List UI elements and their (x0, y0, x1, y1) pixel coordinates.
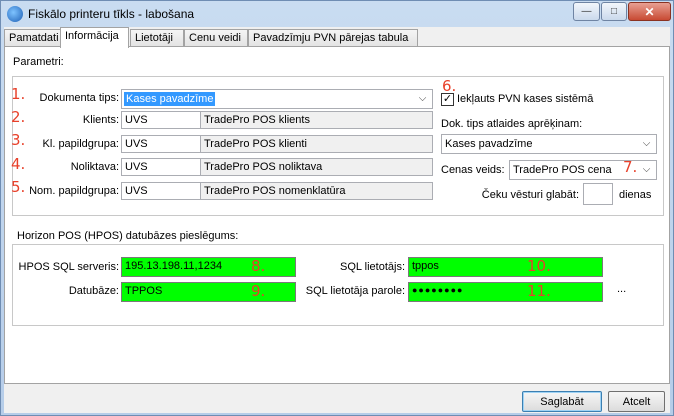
tab-pvn-tabula[interactable]: Pavadzīmju PVN pārejas tabula (248, 29, 418, 47)
warehouse-code-input[interactable]: UVS (121, 158, 201, 176)
doc-type-value: Kases pavadzīme (124, 92, 216, 106)
sql-password-input[interactable]: ●●●●●●●● (408, 282, 603, 302)
close-button[interactable]: ✕ (628, 2, 671, 21)
tab-informacija[interactable]: Informācija (60, 27, 129, 48)
doc-type-label: Dokumenta tips: (39, 92, 119, 104)
client-name-field: TradePro POS klients (200, 111, 433, 129)
marker-7: 7. (623, 158, 638, 176)
receipt-history-label: Čeku vēsturi glabāt: (481, 189, 579, 201)
price-type-value: TradePro POS cena (513, 164, 612, 176)
client-area: Pamatdati Informācija Lietotāji Cenu vei… (4, 27, 670, 413)
database-label: Datubāze: (68, 285, 119, 297)
nom-group-code-input[interactable]: UVS (121, 182, 201, 200)
sql-user-input[interactable]: tppos (408, 257, 603, 277)
marker-9: 9. (251, 282, 266, 300)
receipt-history-input[interactable] (583, 183, 613, 205)
warehouse-label: Noliktava: (70, 161, 119, 173)
marker-10: 10. (527, 257, 551, 275)
doc-type-select[interactable]: Kases pavadzīme ⌵ (121, 89, 433, 109)
tab-lietotaji[interactable]: Lietotāji (130, 29, 184, 47)
app-icon (7, 6, 23, 22)
marker-2: 2. (11, 108, 26, 126)
hpos-group-label: Horizon POS (HPOS) datubāzes pieslēgums: (17, 230, 239, 242)
client-code-input[interactable]: UVS (121, 111, 201, 129)
client-label: Klients: (82, 114, 119, 126)
chevron-down-icon: ⌵ (642, 138, 651, 149)
warehouse-name-field: TradePro POS noliktava (200, 158, 433, 176)
window-title: Fiskālo printeru tīkls - labošana (28, 7, 195, 21)
hpos-server-input[interactable]: 195.13.198.11,1234 (121, 257, 296, 277)
receipt-history-unit: dienas (619, 189, 652, 201)
sql-password-label: SQL lietotāja parole: (305, 285, 405, 297)
vat-included-label: Iekļauts PVN kases sistēmā (457, 93, 594, 105)
marker-1: 1. (11, 85, 26, 103)
hpos-server-label: HPOS SQL serveris: (18, 261, 119, 273)
tab-panel-informacija: Parametri: 1. Dokumenta tips: Kases pava… (4, 46, 670, 384)
nom-group-label: Nom. papildgrupa: (29, 185, 119, 197)
marker-3: 3. (11, 131, 26, 149)
params-group-label: Parametri: (13, 56, 64, 68)
nom-group-name-field: TradePro POS nomenklatūra (200, 182, 433, 200)
cancel-button[interactable]: Atcelt (608, 391, 665, 412)
marker-4: 4. (11, 155, 26, 173)
save-button[interactable]: Saglabāt (522, 391, 602, 412)
tab-cenu-veidi[interactable]: Cenu veidi (184, 29, 248, 47)
app-window: Fiskālo printeru tīkls - labošana — □ ✕ … (0, 0, 674, 416)
client-group-name-field: TradePro POS klienti (200, 135, 433, 153)
price-type-label: Cenas veids: (441, 164, 505, 176)
client-group-label: Kl. papildgrupa: (42, 138, 119, 150)
more-button[interactable]: ... (617, 283, 626, 295)
discount-doc-select[interactable]: Kases pavadzīme ⌵ (441, 134, 657, 154)
sql-user-label: SQL lietotājs: (339, 261, 405, 273)
marker-8: 8. (251, 257, 266, 275)
chevron-down-icon: ⌵ (418, 93, 427, 104)
database-input[interactable]: TPPOS (121, 282, 296, 302)
client-group-code-input[interactable]: UVS (121, 135, 201, 153)
maximize-button[interactable]: □ (601, 2, 627, 21)
discount-doc-label: Dok. tips atlaides aprēķinam: (441, 118, 583, 130)
chevron-down-icon: ⌵ (642, 164, 651, 175)
minimize-button[interactable]: — (573, 2, 600, 21)
marker-11: 11. (527, 282, 551, 300)
title-bar: Fiskālo printeru tīkls - labošana — □ ✕ (1, 1, 673, 27)
discount-doc-value: Kases pavadzīme (445, 138, 533, 150)
marker-5: 5. (11, 178, 26, 196)
tab-pamatdati[interactable]: Pamatdati (4, 29, 61, 47)
vat-included-checkbox[interactable]: ✓ (441, 93, 454, 106)
